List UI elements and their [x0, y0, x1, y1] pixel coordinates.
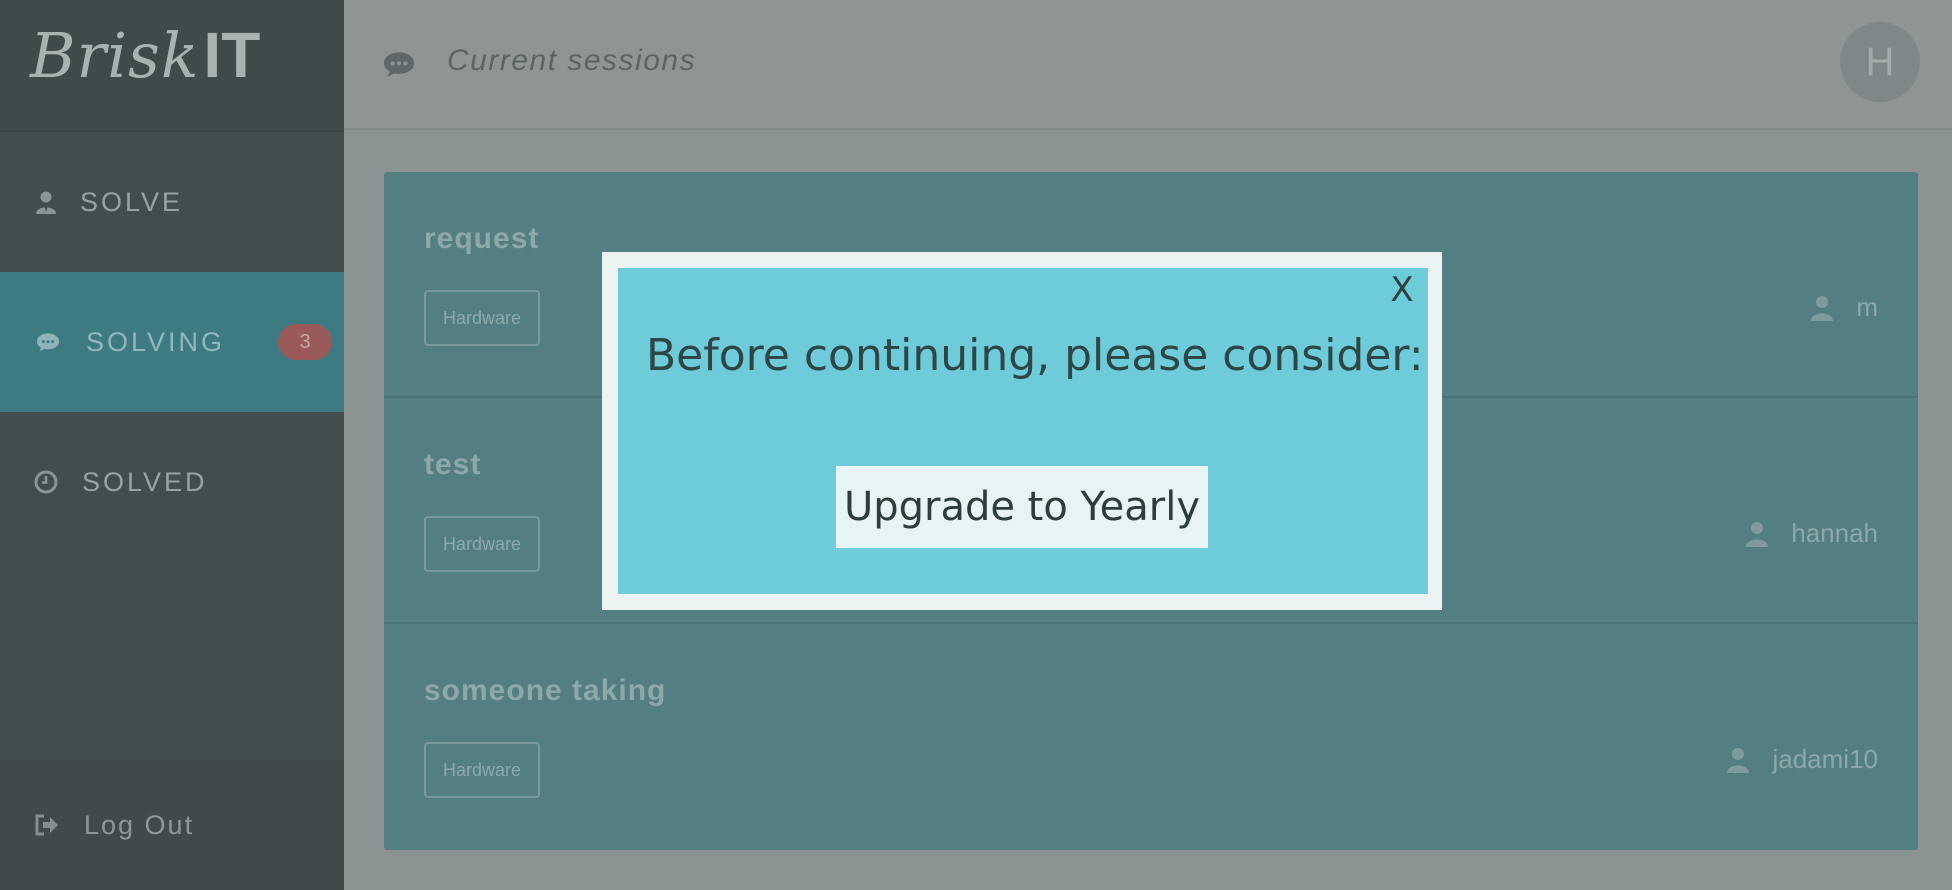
sidebar-item-label: SOLVE	[80, 186, 184, 217]
upgrade-yearly-button[interactable]: Upgrade to Yearly	[836, 466, 1208, 548]
session-title: test	[424, 448, 482, 481]
solving-count-badge: 3	[278, 324, 332, 360]
close-button[interactable]: X	[1384, 270, 1420, 310]
session-user: m	[1810, 292, 1878, 323]
sidebar-item-label: SOLVING	[86, 326, 226, 357]
user-icon	[1810, 295, 1834, 321]
logo-text-it: IT	[203, 19, 261, 91]
sidebar-item-solved[interactable]: SOLVED	[0, 412, 344, 552]
sidebar-item-label: SOLVED	[82, 466, 208, 497]
session-tag: Hardware	[424, 516, 540, 572]
user-icon	[1726, 747, 1750, 773]
sign-out-icon	[34, 813, 60, 837]
app-logo[interactable]: Brisk IT	[30, 18, 260, 98]
session-user: jadami10	[1726, 744, 1878, 775]
logout-label: Log Out	[84, 810, 195, 840]
chat-icon	[36, 330, 60, 354]
session-tag: Hardware	[424, 742, 540, 798]
session-row[interactable]: someone taking Hardware jadami10	[384, 624, 1918, 850]
avatar[interactable]: H	[1840, 22, 1920, 102]
logo-text-brisk: Brisk	[30, 19, 200, 92]
sidebar-item-solving[interactable]: SOLVING 3	[0, 272, 344, 412]
page-title: Current sessions	[447, 44, 697, 77]
session-username: m	[1856, 292, 1878, 322]
logo-bar: Brisk IT	[0, 0, 344, 132]
top-bar: Current sessions H	[344, 0, 1952, 130]
session-tag: Hardware	[424, 290, 540, 346]
sidebar-item-solve[interactable]: SOLVE	[0, 132, 344, 272]
chat-icon	[382, 50, 416, 78]
sidebar: Brisk IT SOLVE SOLVING 3 SOLVED Log Out	[0, 0, 344, 890]
upgrade-modal-body: X Before continuing, please consider: Up…	[618, 268, 1428, 594]
session-username: hannah	[1791, 518, 1878, 548]
clock-icon	[34, 470, 58, 494]
logout-button[interactable]: Log Out	[0, 760, 344, 890]
session-title: someone taking	[424, 674, 667, 707]
session-title: request	[424, 222, 540, 255]
session-user: hannah	[1745, 518, 1878, 549]
upgrade-modal: X Before continuing, please consider: Up…	[602, 252, 1442, 610]
modal-heading: Before continuing, please consider:	[646, 330, 1424, 381]
session-username: jadami10	[1772, 744, 1878, 774]
user-tie-icon	[34, 190, 58, 214]
user-icon	[1745, 521, 1769, 547]
